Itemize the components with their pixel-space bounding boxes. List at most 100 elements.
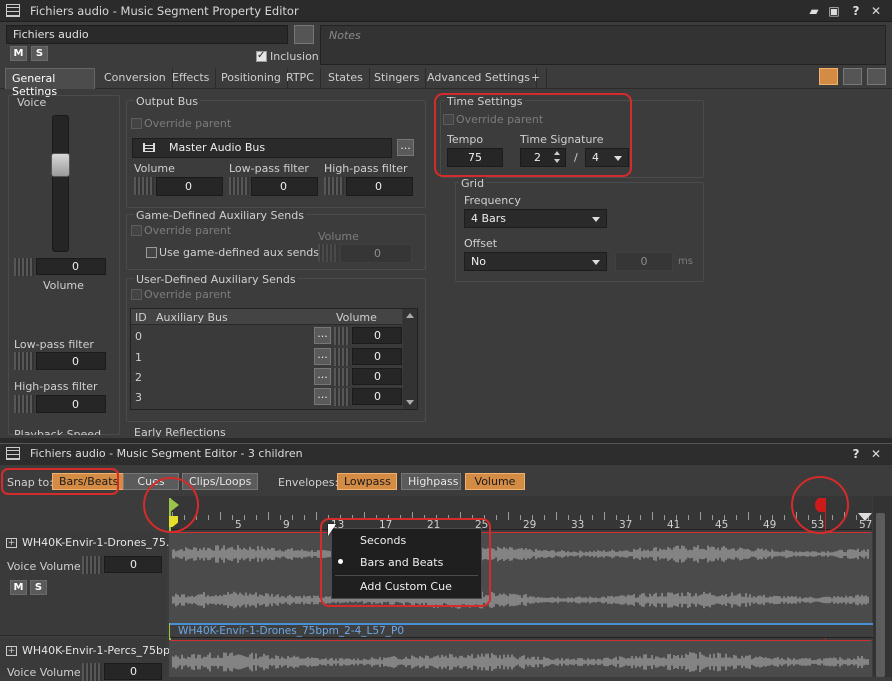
- notes-field[interactable]: Notes: [320, 25, 886, 65]
- scroll-up-icon[interactable]: [406, 313, 414, 318]
- tab-conversion[interactable]: Conversion: [98, 68, 173, 89]
- track-volume-field[interactable]: 0: [104, 663, 162, 680]
- track-name[interactable]: WH40K-Envir-1-Drones_75...: [22, 536, 176, 549]
- envelope-volume-button[interactable]: Volume: [465, 473, 525, 490]
- ruler-tick-mark: [556, 512, 557, 520]
- game-aux-override-checkbox[interactable]: [131, 225, 142, 236]
- ruler-tick-mark: [676, 515, 677, 520]
- scroll-thumb[interactable]: [876, 513, 885, 677]
- tab-advanced-settings[interactable]: Advanced Settings: [421, 68, 537, 89]
- solo-button[interactable]: S: [31, 46, 48, 61]
- row-volume-knob[interactable]: [334, 368, 350, 386]
- tab-stingers[interactable]: Stingers: [368, 68, 427, 89]
- ruler-tick-label: 9: [283, 519, 290, 531]
- output-bus-browse-button[interactable]: ...: [397, 139, 414, 156]
- row-volume-knob[interactable]: [334, 348, 350, 366]
- output-bus-highpass-field[interactable]: 0: [346, 177, 413, 196]
- expand-track-icon[interactable]: +: [6, 646, 17, 656]
- row-volume-field[interactable]: 0: [352, 368, 402, 385]
- ruler-tick-mark: [280, 515, 281, 520]
- help-icon[interactable]: ?: [848, 3, 864, 19]
- save-icon[interactable]: ▣: [826, 3, 842, 19]
- split-horizontal-view-button[interactable]: [867, 68, 886, 85]
- output-bus-highpass-knob[interactable]: [324, 177, 344, 195]
- volume-slider-track[interactable]: [52, 115, 69, 252]
- voice-lowpass-field[interactable]: 0: [36, 352, 106, 370]
- clip-red-top-line: [170, 532, 871, 533]
- ruler-tick-mark: [580, 515, 581, 520]
- row-browse-button[interactable]: ...: [314, 348, 331, 365]
- track-name[interactable]: WH40K-Envir-1-Percs_75bp...: [22, 644, 180, 657]
- expand-track-icon[interactable]: +: [6, 538, 17, 548]
- voice-volume-field[interactable]: 0: [36, 258, 106, 275]
- table-scrollbar[interactable]: [403, 309, 417, 409]
- use-game-aux-checkbox[interactable]: [146, 247, 157, 258]
- tab-rtpc[interactable]: RTPC: [280, 68, 321, 89]
- frequency-label: Frequency: [464, 194, 521, 207]
- ruler-tick-mark: [688, 515, 689, 520]
- ruler-tick-mark: [244, 515, 245, 520]
- ruler-tick-mark: [268, 512, 269, 520]
- inclusion-checkbox[interactable]: [256, 50, 267, 62]
- tab-states[interactable]: States: [322, 68, 370, 89]
- track-volume-knob[interactable]: [82, 556, 102, 574]
- ruler-tick-mark: [232, 515, 233, 520]
- envelope-lowpass-button[interactable]: Lowpass: [337, 473, 397, 490]
- envelope-highpass-button[interactable]: Highpass: [401, 473, 461, 490]
- ruler-tick-mark: [568, 515, 569, 520]
- edit-name-icon[interactable]: [294, 25, 314, 44]
- frequency-select[interactable]: 4 Bars: [464, 209, 607, 228]
- row-volume-field[interactable]: 0: [352, 388, 402, 405]
- output-bus-lowpass-knob[interactable]: [229, 177, 249, 195]
- clip-red-top-line: [170, 640, 871, 641]
- row-volume-knob[interactable]: [334, 388, 350, 406]
- voice-highpass-field[interactable]: 0: [36, 395, 106, 413]
- voice-lowpass-knob[interactable]: [14, 352, 34, 370]
- folder-icon[interactable]: ▰: [806, 3, 822, 19]
- single-view-button[interactable]: [819, 68, 838, 85]
- offset-select[interactable]: No: [464, 252, 607, 271]
- row-volume-knob[interactable]: [334, 327, 350, 345]
- mute-button[interactable]: M: [10, 46, 27, 61]
- tab-add[interactable]: +: [525, 68, 548, 89]
- track-volume-knob[interactable]: [82, 663, 102, 681]
- track-mute-button[interactable]: M: [10, 580, 27, 595]
- voice-volume-knob[interactable]: [14, 258, 34, 276]
- row-browse-button[interactable]: ...: [314, 388, 331, 405]
- track-volume-field[interactable]: 0: [104, 556, 162, 573]
- output-bus-lowpass-field[interactable]: 0: [251, 177, 318, 196]
- row-browse-button[interactable]: ...: [314, 368, 331, 385]
- voice-highpass-knob[interactable]: [14, 395, 34, 413]
- waveform-channel: [172, 545, 869, 563]
- early-reflections-title: Early Reflections: [134, 426, 226, 437]
- ruler-tick-mark: [532, 515, 533, 520]
- col-id-header[interactable]: ID: [135, 311, 147, 324]
- output-bus-volume-knob[interactable]: [134, 177, 154, 195]
- user-aux-override-checkbox[interactable]: [131, 289, 142, 300]
- close-icon[interactable]: ✕: [868, 446, 884, 462]
- tab-general-settings[interactable]: General Settings: [5, 68, 95, 98]
- audio-clip-label: WH40K-Envir-1-Drones_75bpm_2-4_L57_P0: [178, 625, 405, 637]
- track-solo-button[interactable]: S: [30, 580, 47, 595]
- col-bus-header[interactable]: Auxiliary Bus: [156, 311, 228, 324]
- object-name-field[interactable]: Fichiers audio: [6, 25, 288, 44]
- close-icon[interactable]: ✕: [868, 3, 884, 19]
- segment-end-marker[interactable]: [858, 513, 872, 521]
- voice-volume-label: Voice Volume: [7, 560, 81, 573]
- envelopes-label: Envelopes:: [278, 476, 339, 489]
- help-icon[interactable]: ?: [848, 446, 864, 462]
- volume-slider-handle[interactable]: [51, 153, 70, 177]
- col-volume-header[interactable]: Volume: [336, 311, 377, 324]
- ruler-tick-mark: [256, 515, 257, 520]
- scroll-down-icon[interactable]: [406, 400, 414, 405]
- tab-effects[interactable]: Effects: [166, 68, 217, 89]
- user-aux-override-label: Override parent: [144, 288, 232, 301]
- split-vertical-view-button[interactable]: [843, 68, 862, 85]
- output-bus-volume-field[interactable]: 0: [156, 177, 223, 196]
- output-bus-override-checkbox[interactable]: [131, 118, 142, 129]
- row-volume-field[interactable]: 0: [352, 348, 402, 365]
- row-browse-button[interactable]: ...: [314, 327, 331, 344]
- row-volume-field[interactable]: 0: [352, 327, 402, 344]
- table-row-id: 1: [135, 351, 142, 364]
- tab-positioning[interactable]: Positioning: [215, 68, 288, 89]
